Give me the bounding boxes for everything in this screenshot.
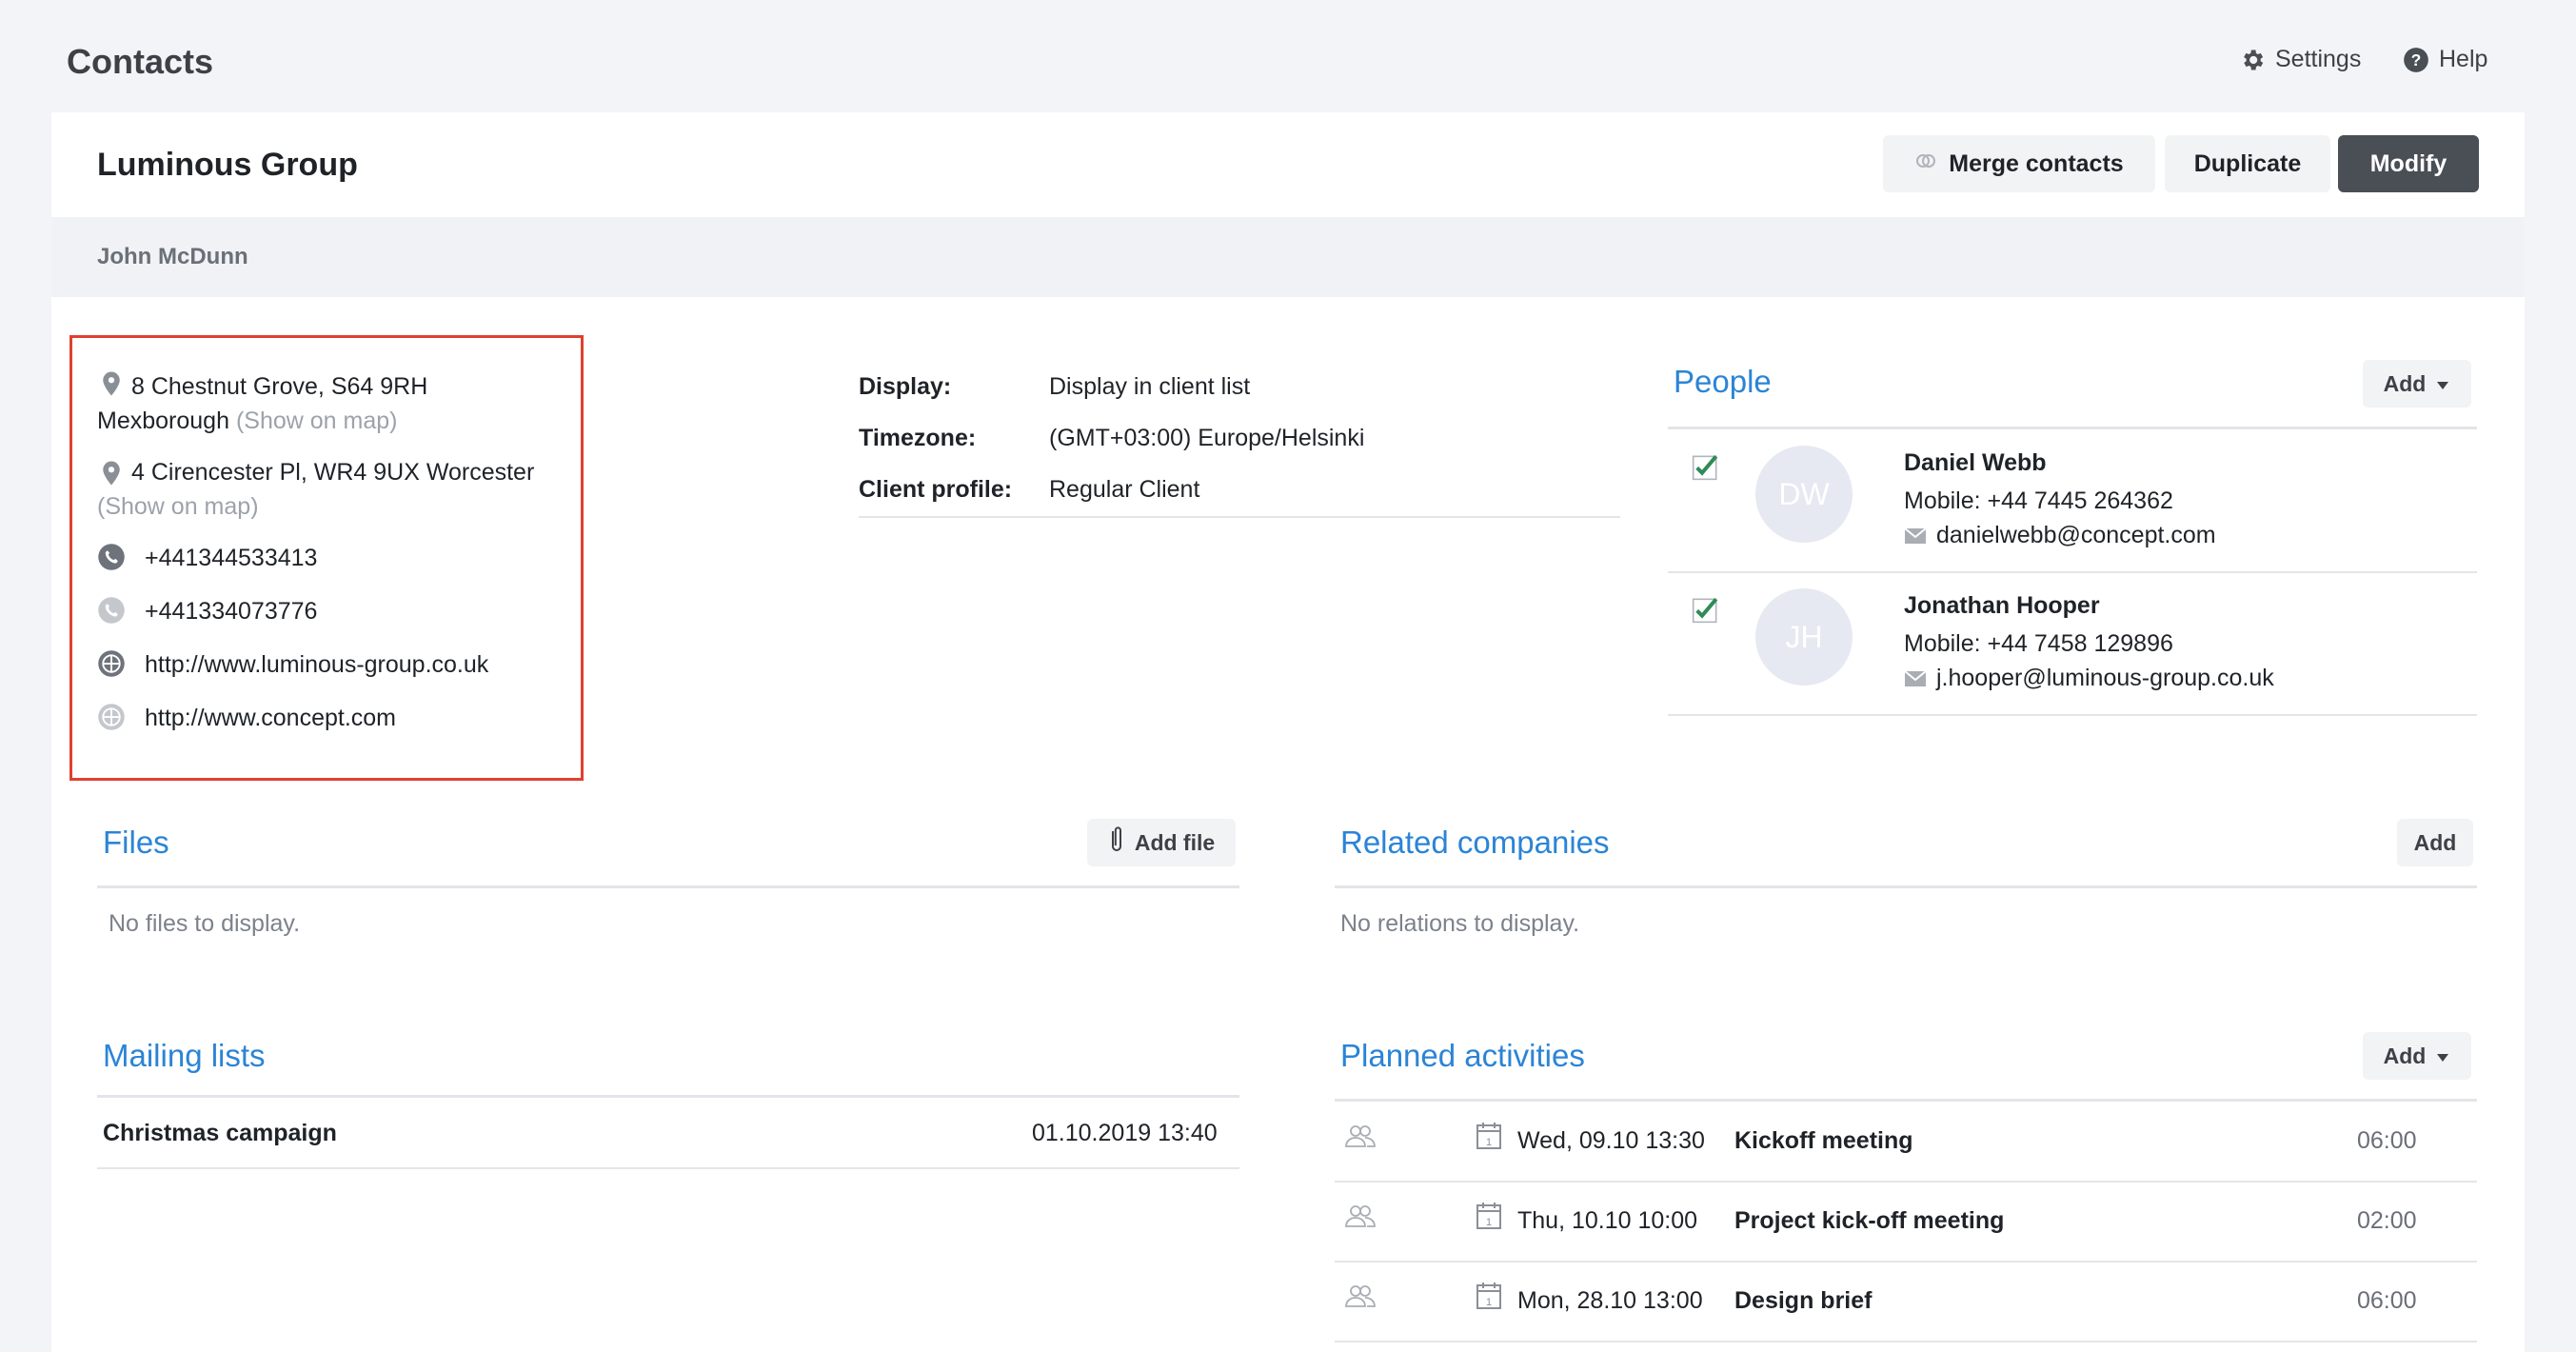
svg-text:1: 1 [1486,1217,1492,1228]
globe-icon [98,704,125,730]
help-label: Help [2439,46,2488,72]
activity-divider [1335,1261,2477,1263]
people-icon [1345,1205,1376,1227]
mailing-row-divider [97,1167,1239,1169]
paperclip-icon [1108,825,1125,860]
activity-duration: 06:00 [2357,1127,2417,1154]
related-empty-text: No relations to display. [1340,910,1580,937]
address-2-map-link[interactable]: (Show on map) [97,493,259,520]
merge-icon [1914,149,1937,179]
planned-activities-title: Planned activities [1340,1038,1585,1073]
activity-title[interactable]: Design brief [1734,1287,1872,1315]
activity-duration: 02:00 [2357,1207,2417,1234]
detail-value-timezone: (GMT+03:00) Europe/Helsinki [1049,425,1365,451]
check-icon[interactable] [1691,594,1721,625]
address-1-map-link[interactable]: (Show on map) [236,408,398,434]
calendar-icon: 1 [1476,1123,1501,1149]
merge-contacts-label: Merge contacts [1949,149,2124,177]
person-name[interactable]: Daniel Webb [1904,449,2047,477]
help-link[interactable]: ? Help [2403,46,2487,73]
caret-down-icon [2435,1044,2450,1069]
svg-text:1: 1 [1486,1297,1492,1308]
address-1: 8 Chestnut Grove, S64 9RH Mexborough (Sh… [97,369,427,438]
duplicate-button[interactable]: Duplicate [2165,135,2330,192]
gear-icon [2239,47,2266,73]
address-1-line2: Mexborough [97,408,229,434]
people-divider [1668,427,2477,429]
people-add-button[interactable]: Add [2363,360,2471,408]
check-icon[interactable] [1691,451,1721,482]
settings-label: Settings [2275,46,2362,72]
avatar: DW [1755,446,1853,543]
person-divider [1668,714,2477,716]
svg-text:1: 1 [1486,1137,1492,1148]
people-icon [1345,1125,1376,1147]
merge-contacts-button[interactable]: Merge contacts [1883,135,2155,192]
mailing-divider [97,1095,1239,1098]
detail-value-client-profile: Regular Client [1049,476,1200,503]
people-title: People [1674,364,1772,399]
company-name: Luminous Group [97,147,358,183]
modify-button[interactable]: Modify [2338,135,2479,192]
address-1-line1: 8 Chestnut Grove, S64 9RH [131,373,428,400]
globe-icon [98,650,125,677]
settings-link[interactable]: Settings [2239,46,2361,73]
mailing-list-date: 01.10.2019 13:40 [1032,1120,1218,1146]
person-mobile: Mobile: +44 7458 129896 [1904,630,2173,657]
mailing-lists-title: Mailing lists [103,1038,266,1073]
detail-label-client-profile: Client profile: [859,476,1013,503]
files-title: Files [103,825,169,860]
activity-divider [1335,1181,2477,1183]
activity-date: Thu, 10.10 10:00 [1517,1207,1698,1234]
related-companies-title: Related companies [1340,825,1610,860]
person-email[interactable]: j.hooper@luminous-group.co.uk [1936,665,2274,692]
people-icon [1345,1285,1376,1307]
detail-label-display: Display: [859,373,952,400]
activity-date: Mon, 28.10 13:00 [1517,1287,1703,1314]
calendar-icon: 1 [1476,1203,1501,1229]
files-empty-text: No files to display. [109,910,301,937]
person-mobile: Mobile: +44 7445 264362 [1904,487,2173,514]
address-2-line1: 4 Cirencester Pl, WR4 9UX Worcester [131,459,535,486]
details-divider [859,516,1620,518]
calendar-icon: 1 [1476,1282,1501,1309]
activity-title[interactable]: Project kick-off meeting [1734,1207,2004,1235]
detail-value-display: Display in client list [1049,373,1251,400]
phone-1[interactable]: +441344533413 [145,541,317,575]
contact-subbar [51,217,2525,297]
activity-divider [1335,1341,2477,1342]
add-file-button[interactable]: Add file [1087,819,1236,866]
website-1[interactable]: http://www.luminous-group.co.uk [145,647,488,682]
activities-add-label: Add [2383,1043,2427,1068]
detail-label-timezone: Timezone: [859,425,977,451]
related-divider [1335,885,2477,888]
help-icon: ? [2403,47,2429,73]
person-email[interactable]: danielwebb@concept.com [1936,522,2216,549]
person-name[interactable]: Jonathan Hooper [1904,592,2100,620]
phone-2[interactable]: +441334073776 [145,594,317,628]
add-file-label: Add file [1134,829,1216,855]
phone-icon [98,597,125,624]
page-title: Contacts [67,42,214,81]
mail-icon [1904,527,1927,544]
avatar: JH [1755,588,1853,686]
phone-icon [98,544,125,570]
activity-duration: 06:00 [2357,1287,2417,1314]
website-2[interactable]: http://www.concept.com [145,701,396,735]
activities-divider [1335,1099,2477,1102]
primary-person-name: John McDunn [97,244,248,269]
mailing-list-name[interactable]: Christmas campaign [103,1120,337,1147]
activity-date: Wed, 09.10 13:30 [1517,1127,1705,1154]
mail-icon [1904,670,1927,686]
caret-down-icon [2435,371,2450,397]
activities-add-button[interactable]: Add [2363,1032,2471,1080]
related-add-button[interactable]: Add [2397,819,2473,866]
svg-text:?: ? [2411,50,2422,69]
address-2: 4 Cirencester Pl, WR4 9UX Worcester (Sho… [97,455,534,524]
files-divider [97,885,1239,888]
people-add-label: Add [2383,370,2427,396]
activity-title[interactable]: Kickoff meeting [1734,1127,1913,1155]
